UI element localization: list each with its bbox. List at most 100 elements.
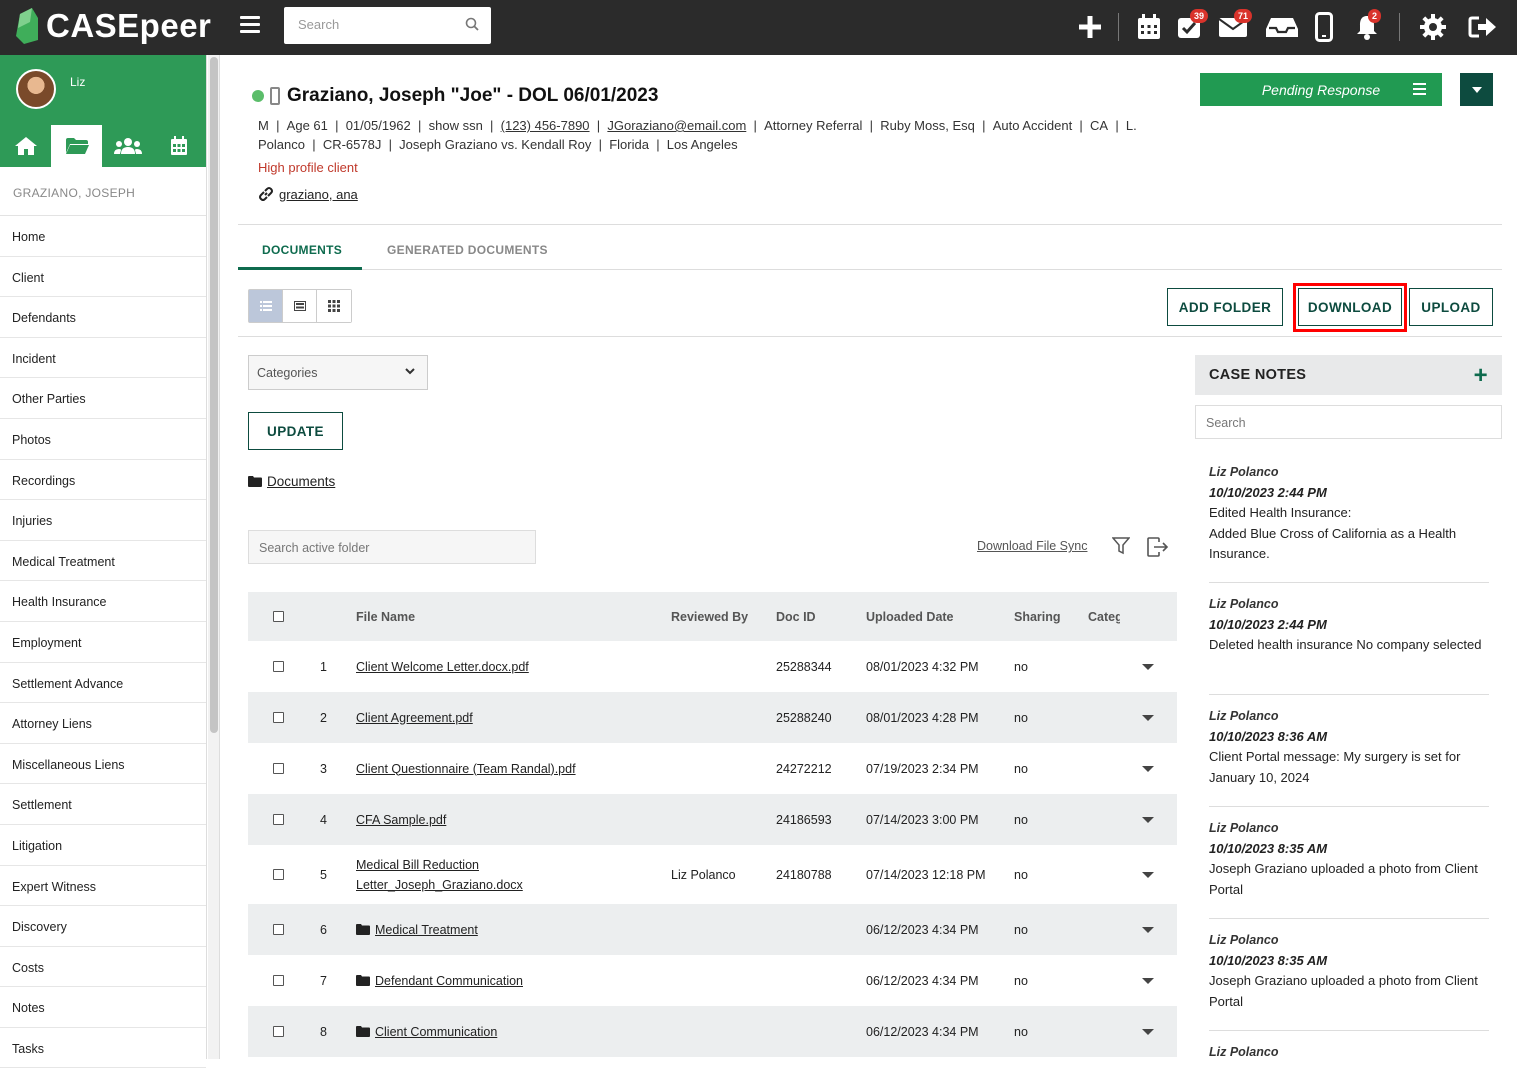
- sidebar-scrollbar-thumb[interactable]: [210, 57, 218, 733]
- show-ssn-link[interactable]: show ssn: [429, 118, 483, 133]
- row-checkbox[interactable]: [273, 975, 284, 986]
- sidebar-item-expert-witness[interactable]: Expert Witness: [0, 866, 206, 907]
- avatar[interactable]: [16, 69, 56, 109]
- inbox-tray-icon[interactable]: [1265, 10, 1299, 44]
- sidebar-item-defendants[interactable]: Defendants: [0, 297, 206, 338]
- tab-documents[interactable]: DOCUMENTS: [262, 243, 342, 257]
- sidebar-item-client[interactable]: Client: [0, 257, 206, 298]
- folder-icon[interactable]: [51, 125, 102, 167]
- calendar-icon[interactable]: [153, 125, 204, 167]
- export-icon[interactable]: [1147, 537, 1169, 557]
- detail-view-icon[interactable]: [283, 290, 317, 322]
- row-checkbox[interactable]: [273, 661, 284, 672]
- notifications-bell-icon[interactable]: 2: [1350, 9, 1384, 44]
- table-row[interactable]: 7 Defendant Communication 06/12/2023 4:34 …: [248, 955, 1177, 1006]
- folder-name-link[interactable]: Client Communication: [375, 1025, 497, 1039]
- column-uploaded-date[interactable]: Uploaded Date: [866, 592, 954, 641]
- row-checkbox[interactable]: [273, 1026, 284, 1037]
- column-category[interactable]: Categ: [1088, 592, 1120, 641]
- breadcrumb-documents[interactable]: Documents: [267, 474, 335, 489]
- row-checkbox[interactable]: [273, 763, 284, 774]
- notes-search-input[interactable]: Search: [1195, 405, 1502, 439]
- sidebar-item-costs[interactable]: Costs: [0, 947, 206, 988]
- table-row[interactable]: 2 Client Agreement.pdf 25288240 08/01/2023 …: [248, 692, 1177, 743]
- row-actions-caret-icon[interactable]: [1142, 816, 1154, 823]
- list-view-icon[interactable]: [249, 290, 283, 322]
- file-name-link-line-2[interactable]: Letter_Joseph_Graziano.docx: [356, 878, 523, 892]
- logout-icon[interactable]: [1466, 10, 1500, 44]
- column-reviewed-by[interactable]: Reviewed By: [671, 592, 748, 641]
- mobile-phone-icon[interactable]: [1307, 10, 1341, 44]
- upload-button[interactable]: UPLOAD: [1409, 288, 1493, 326]
- sidebar-item-tasks[interactable]: Tasks: [0, 1028, 206, 1068]
- file-name-link[interactable]: Medical Bill Reduction: [356, 858, 479, 872]
- global-search-input[interactable]: Search: [284, 7, 491, 44]
- calendar-icon[interactable]: [1132, 10, 1166, 44]
- main-menu-button[interactable]: [240, 16, 260, 34]
- table-row[interactable]: 4 CFA Sample.pdf 24186593 07/14/2023 3:00 P…: [248, 794, 1177, 845]
- column-doc-id[interactable]: Doc ID: [776, 592, 816, 641]
- grid-view-icon[interactable]: [317, 290, 351, 322]
- table-row[interactable]: 8 Client Communication 06/12/2023 4:34 PM n…: [248, 1006, 1177, 1057]
- breadcrumb[interactable]: Documents: [248, 474, 335, 489]
- folder-name-link[interactable]: Defendant Communication: [375, 974, 523, 988]
- client-phone-link[interactable]: (123) 456-7890: [501, 118, 590, 133]
- sidebar-item-notes[interactable]: Notes: [0, 987, 206, 1028]
- select-all-checkbox[interactable]: [273, 611, 284, 622]
- sidebar-scrollbar[interactable]: [208, 55, 220, 1059]
- row-actions-caret-icon[interactable]: [1142, 714, 1154, 721]
- sidebar-item-health-insurance[interactable]: Health Insurance: [0, 581, 206, 622]
- row-actions-caret-icon[interactable]: [1142, 765, 1154, 772]
- related-case-name[interactable]: graziano, ana: [279, 187, 358, 202]
- sidebar-item-other-parties[interactable]: Other Parties: [0, 378, 206, 419]
- row-actions-caret-icon[interactable]: [1142, 663, 1154, 670]
- casepeer-logo[interactable]: CASEpeer: [16, 7, 211, 45]
- settings-gear-icon[interactable]: [1416, 10, 1450, 44]
- table-row[interactable]: 3 Client Questionnaire (Team Randal).pdf 2…: [248, 743, 1177, 794]
- row-checkbox[interactable]: [273, 814, 284, 825]
- sidebar-item-litigation[interactable]: Litigation: [0, 825, 206, 866]
- add-folder-button[interactable]: ADD FOLDER: [1167, 288, 1283, 326]
- row-actions-caret-icon[interactable]: [1142, 926, 1154, 933]
- column-file-name[interactable]: File Name: [356, 592, 415, 641]
- tasks-icon[interactable]: 39: [1172, 9, 1209, 44]
- add-note-icon[interactable]: +: [1474, 362, 1488, 390]
- related-case-link[interactable]: graziano, ana: [258, 186, 358, 202]
- home-icon[interactable]: [0, 125, 51, 167]
- sidebar-item-incident[interactable]: Incident: [0, 338, 206, 379]
- row-actions-caret-icon[interactable]: [1142, 871, 1154, 878]
- sidebar-item-settlement[interactable]: Settlement: [0, 784, 206, 825]
- file-name-link[interactable]: Client Welcome Letter.docx.pdf: [356, 660, 529, 674]
- download-file-sync-link[interactable]: Download File Sync: [977, 539, 1087, 553]
- sidebar-item-injuries[interactable]: Injuries: [0, 500, 206, 541]
- row-checkbox[interactable]: [273, 869, 284, 880]
- contacts-group-icon[interactable]: [102, 125, 153, 167]
- tab-generated-documents[interactable]: GENERATED DOCUMENTS: [387, 243, 548, 257]
- sidebar-item-miscellaneous-liens[interactable]: Miscellaneous Liens: [0, 744, 206, 785]
- sidebar-item-medical-treatment[interactable]: Medical Treatment: [0, 541, 206, 582]
- sidebar-item-settlement-advance[interactable]: Settlement Advance: [0, 663, 206, 704]
- status-dropdown-button[interactable]: [1460, 73, 1493, 106]
- sidebar-item-attorney-liens[interactable]: Attorney Liens: [0, 703, 206, 744]
- table-row[interactable]: 5 Medical Bill Reduction Letter_Joseph_Gra…: [248, 845, 1177, 904]
- table-row[interactable]: 6 Medical Treatment 06/12/2023 4:34 PM no: [248, 904, 1177, 955]
- row-checkbox[interactable]: [273, 924, 284, 935]
- row-actions-caret-icon[interactable]: [1142, 1028, 1154, 1035]
- filter-icon[interactable]: [1112, 537, 1130, 555]
- update-button[interactable]: UPDATE: [248, 412, 343, 450]
- sidebar-item-home[interactable]: Home: [0, 216, 206, 257]
- sidebar-item-photos[interactable]: Photos: [0, 419, 206, 460]
- row-actions-caret-icon[interactable]: [1142, 977, 1154, 984]
- file-name-link[interactable]: Client Questionnaire (Team Randal).pdf: [356, 762, 576, 776]
- case-status-button[interactable]: Pending Response: [1200, 73, 1442, 106]
- row-checkbox[interactable]: [273, 712, 284, 723]
- sidebar-item-employment[interactable]: Employment: [0, 622, 206, 663]
- file-name-link[interactable]: CFA Sample.pdf: [356, 813, 446, 827]
- client-email-link[interactable]: JGoraziano@email.com: [607, 118, 746, 133]
- table-row[interactable]: 1 Client Welcome Letter.docx.pdf 25288344 0…: [248, 641, 1177, 692]
- sidebar-item-discovery[interactable]: Discovery: [0, 906, 206, 947]
- add-icon[interactable]: [1073, 10, 1107, 44]
- file-name-link[interactable]: Client Agreement.pdf: [356, 711, 473, 725]
- sidebar-item-recordings[interactable]: Recordings: [0, 460, 206, 501]
- active-folder-search-input[interactable]: Search active folder: [248, 530, 536, 564]
